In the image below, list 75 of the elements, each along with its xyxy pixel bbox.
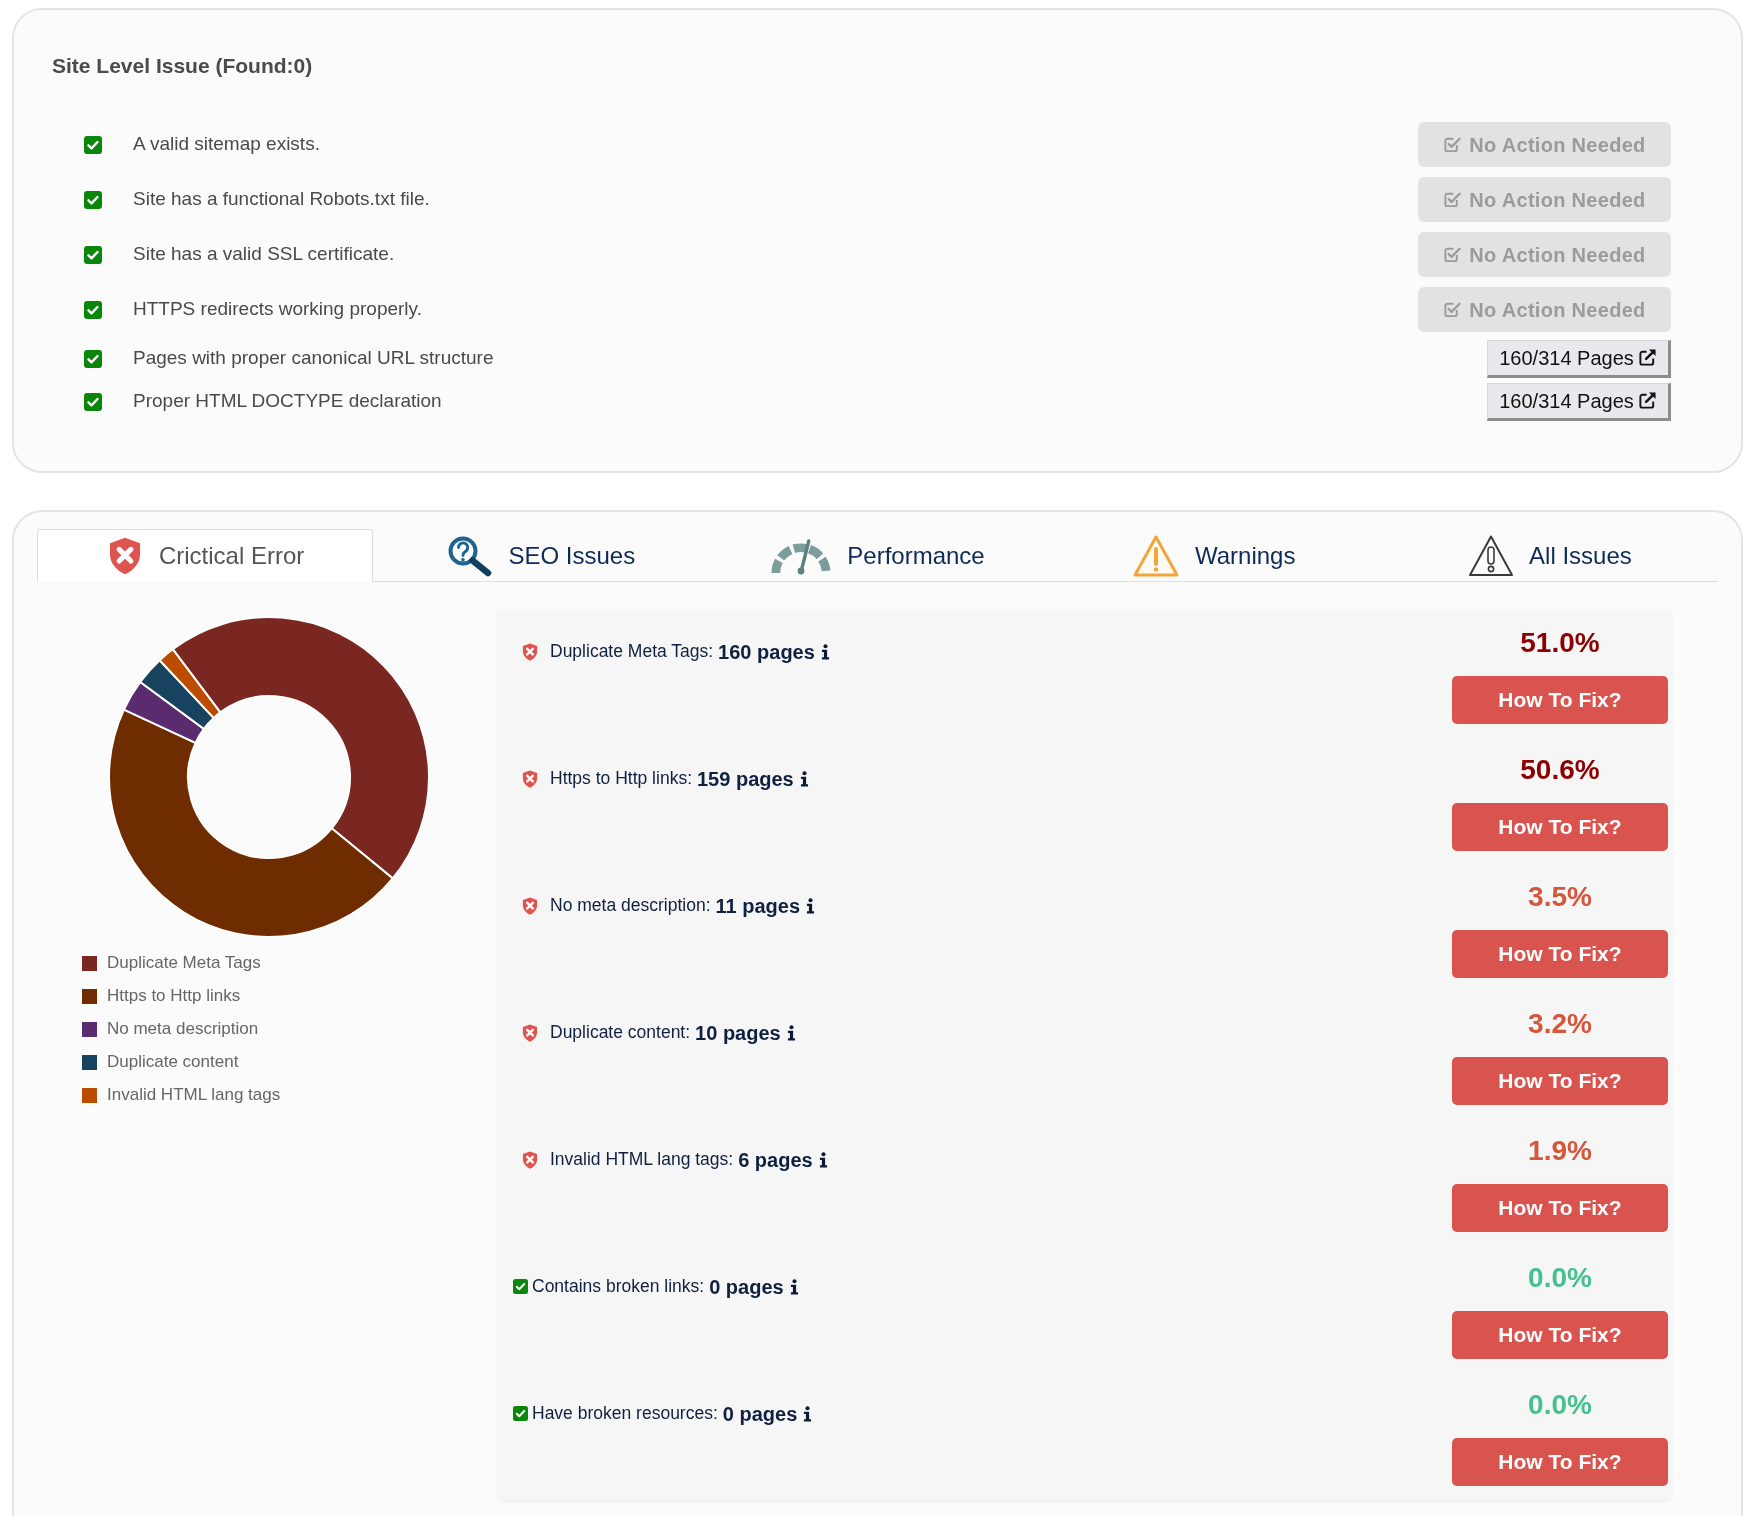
page-count: 0 pages (709, 1274, 784, 1300)
info-icon (820, 643, 830, 660)
check-square-icon (1443, 245, 1463, 264)
no-action-button[interactable]: No Action Needed (1418, 122, 1671, 167)
page-count: 6 pages (738, 1147, 813, 1173)
issue-label: Invalid HTML lang tags: (550, 1148, 734, 1172)
percent-value: 0.0% (1528, 1387, 1592, 1422)
tab[interactable]: SEO Issues (373, 528, 710, 582)
shield-x-icon (521, 641, 539, 662)
magnifier-question-icon (447, 534, 494, 577)
tab[interactable]: All Issues (1381, 528, 1718, 582)
check-label: Site has a valid SSL certificate. (133, 242, 395, 267)
no-action-button[interactable]: No Action Needed (1418, 232, 1671, 277)
how-to-fix-button[interactable]: How To Fix? (1452, 1183, 1668, 1232)
check-icon (513, 1406, 528, 1421)
check-square-icon (1443, 135, 1463, 154)
external-link-icon (1637, 391, 1657, 410)
percent-value: 51.0% (1520, 625, 1600, 660)
check-square-icon (1443, 190, 1463, 209)
issue-label: Duplicate content: (550, 1021, 691, 1045)
how-to-fix-button[interactable]: How To Fix? (1452, 929, 1668, 978)
shield-x-icon (521, 1149, 539, 1170)
shield-x-icon (521, 895, 539, 916)
how-to-fix-button[interactable]: How To Fix? (1452, 1310, 1668, 1359)
info-icon (786, 1024, 796, 1041)
info-icon (799, 770, 809, 787)
issue-label: No meta description: (550, 894, 711, 918)
shield-x-icon (521, 768, 539, 789)
pages-link-button[interactable]: 160/314 Pages (1487, 382, 1671, 421)
how-to-fix-button[interactable]: How To Fix? (1452, 802, 1668, 851)
page-count: 10 pages (695, 1020, 781, 1046)
external-link-icon (1637, 348, 1657, 367)
tab[interactable]: Performance (709, 528, 1046, 582)
legend-label: Duplicate content (107, 1051, 239, 1074)
info-icon (806, 897, 815, 914)
percent-value: 3.5% (1528, 879, 1592, 914)
legend-label: Invalid HTML lang tags (107, 1084, 281, 1107)
how-to-fix-button[interactable]: How To Fix? (1452, 1437, 1668, 1486)
issue-label: Duplicate Meta Tags: (550, 640, 714, 664)
check-square-icon (1443, 300, 1463, 319)
no-action-button[interactable]: No Action Needed (1418, 287, 1671, 332)
issue-label: Https to Http links: (550, 767, 692, 791)
issue-label: Have broken resources: (532, 1402, 718, 1426)
warning-triangle-icon (1131, 533, 1180, 578)
percent-value: 3.2% (1528, 1006, 1592, 1041)
check-label: Site has a functional Robots.txt file. (133, 187, 430, 212)
legend-label: Https to Http links (107, 985, 241, 1008)
percent-value: 1.9% (1528, 1133, 1592, 1168)
page-count: 159 pages (697, 766, 794, 792)
check-label: HTTPS redirects working properly. (133, 297, 422, 322)
tab[interactable]: Crictical Error (37, 528, 374, 582)
legend-label: No meta description (107, 1018, 259, 1041)
info-icon (803, 1405, 813, 1422)
check-label: A valid sitemap exists. (133, 132, 320, 157)
check-label: Pages with proper canonical URL structure (133, 346, 494, 371)
issue-label: Contains broken links: (532, 1275, 705, 1299)
check-icon (513, 1279, 528, 1294)
how-to-fix-button[interactable]: How To Fix? (1452, 1056, 1668, 1105)
page-count: 0 pages (722, 1401, 798, 1427)
percent-value: 50.6% (1520, 752, 1600, 787)
info-icon (789, 1278, 799, 1295)
info-icon (818, 1151, 828, 1168)
legend-label: Duplicate Meta Tags (107, 952, 261, 975)
tab[interactable]: Warnings (1045, 528, 1382, 582)
page-count: 160 pages (718, 639, 815, 665)
page-count: 11 pages (715, 893, 800, 919)
pages-link-button[interactable]: 160/314 Pages (1487, 339, 1671, 378)
check-label: Proper HTML DOCTYPE declaration (133, 389, 442, 414)
percent-value: 0.0% (1528, 1260, 1592, 1295)
shield-x-icon (521, 1022, 539, 1043)
section-title: Site Level Issue (Found:0) (52, 53, 313, 79)
how-to-fix-button[interactable]: How To Fix? (1452, 675, 1668, 724)
no-action-button[interactable]: No Action Needed (1418, 177, 1671, 222)
warning-triangle-icon (1468, 533, 1515, 578)
gauge-icon (770, 536, 833, 575)
